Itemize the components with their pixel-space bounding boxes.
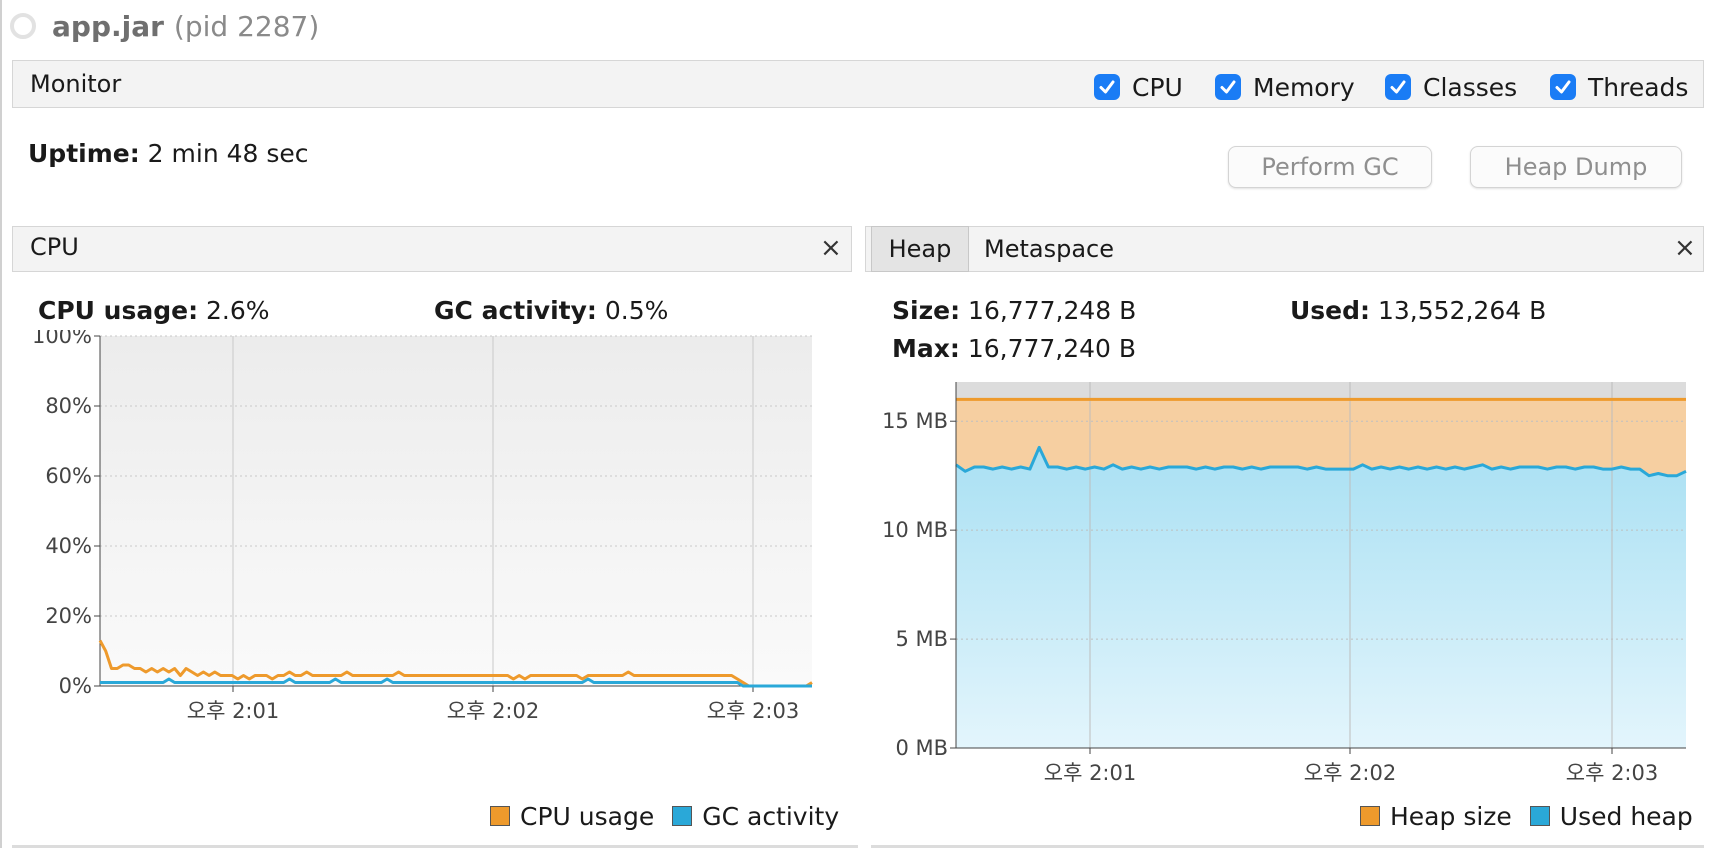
heap-max-value: 16,777,240 B — [967, 334, 1137, 363]
cpu-y-tick-label: 100% — [32, 330, 92, 348]
checkmark-icon — [1550, 74, 1576, 100]
checkmark-icon — [1215, 74, 1241, 100]
heap-dump-button[interactable]: Heap Dump — [1470, 146, 1682, 188]
checkbox-classes[interactable]: Classes — [1385, 71, 1517, 103]
cpu-y-tick-label: 80% — [45, 394, 92, 418]
heap-used-stat: Used: 13,552,264 B — [1290, 296, 1546, 325]
heap-max-stat: Max: 16,777,240 B — [892, 334, 1136, 363]
monitor-title: Monitor — [30, 70, 122, 98]
cpu-x-tick-label: 오후 2:01 — [187, 699, 279, 723]
gc-activity-value: 0.5% — [604, 296, 669, 325]
heap-x-tick-label: 오후 2:02 — [1304, 761, 1396, 785]
cpu-y-tick-label: 0% — [59, 674, 92, 698]
heap-max-label: Max: — [892, 334, 960, 363]
heap-y-tick-label: 10 MB — [882, 518, 948, 542]
heap-used-label: Used: — [1290, 296, 1371, 325]
heap-x-tick-label: 오후 2:01 — [1044, 761, 1136, 785]
heap-x-tick-label: 오후 2:03 — [1566, 761, 1658, 785]
gc-activity-label: GC activity: — [434, 296, 597, 325]
memory-panel-close-icon[interactable]: × — [1674, 233, 1696, 263]
heap-size-stat: Size: 16,777,248 B — [892, 296, 1136, 325]
legend-gc-activity: GC activity — [702, 801, 840, 831]
heap-y-tick-label: 5 MB — [895, 627, 948, 651]
heap-size-label: Size: — [892, 296, 961, 325]
checkbox-threads[interactable]: Threads — [1550, 71, 1688, 103]
tab-metaspace[interactable]: Metaspace — [984, 226, 1114, 272]
cpu-panel-header — [12, 226, 852, 272]
checkbox-memory[interactable]: Memory — [1215, 71, 1355, 103]
heap-y-tick-label: 0 MB — [895, 736, 948, 760]
perform-gc-button[interactable]: Perform GC — [1228, 146, 1432, 188]
heap-used-value: 13,552,264 B — [1377, 296, 1547, 325]
legend-cpu-usage: CPU usage — [520, 801, 655, 831]
tab-heap[interactable]: Heap — [871, 226, 969, 272]
used-heap-swatch — [1529, 806, 1550, 826]
cpu-usage-stat: CPU usage: 2.6% — [38, 296, 270, 325]
uptime-label: Uptime: — [28, 139, 140, 168]
cpu-usage-swatch — [490, 806, 510, 826]
process-id: (pid 2287) — [173, 9, 320, 43]
cpu-x-tick-label: 오후 2:02 — [447, 699, 539, 723]
heap-y-tick-label: 15 MB — [882, 409, 948, 433]
cpu-chart: 0% 20% 40% 60% 80% 100% 오후 2:01 오후 2:02 오후 2:03 — [32, 330, 813, 723]
checkbox-classes-label: Classes — [1423, 72, 1518, 102]
checkmark-icon — [1385, 74, 1411, 100]
cpu-usage-value: 2.6% — [206, 296, 270, 325]
heap-size-value: 16,777,248 B — [968, 296, 1137, 325]
cpu-chart-legend: CPU usage GC activity — [490, 800, 839, 832]
cpu-panel-title: CPU — [30, 233, 79, 261]
used-heap-area — [956, 447, 1686, 748]
checkbox-memory-label: Memory — [1253, 72, 1355, 102]
cpu-x-tick-label: 오후 2:03 — [707, 699, 799, 723]
checkbox-threads-label: Threads — [1588, 72, 1689, 102]
cpu-usage-label: CPU usage: — [38, 296, 199, 325]
heap-chart-legend: Heap size Used heap — [1360, 800, 1693, 832]
app-status-icon — [10, 13, 36, 39]
heap-chart: 0 MB 5 MB 10 MB 15 MB 오후 2:01 오후 2:02 오후 2:03 — [882, 382, 1687, 785]
legend-heap-size: Heap size — [1390, 801, 1512, 831]
legend-used-heap: Used heap — [1559, 801, 1693, 831]
cpu-panel-close-icon[interactable]: × — [820, 233, 842, 263]
window-title-bar: app.jar (pid 2287) — [10, 6, 319, 46]
app-name: app.jar — [52, 9, 164, 43]
uptime-value: 2 min 48 sec — [147, 139, 309, 168]
heap-size-swatch — [1360, 806, 1380, 826]
cpu-y-tick-label: 60% — [45, 464, 92, 488]
gc-activity-stat: GC activity: 0.5% — [434, 296, 668, 325]
cpu-y-tick-label: 40% — [45, 534, 92, 558]
checkmark-icon — [1094, 74, 1120, 100]
uptime-display: Uptime: 2 min 48 sec — [28, 139, 309, 168]
gc-activity-swatch — [672, 806, 693, 826]
checkbox-cpu-label: CPU — [1132, 72, 1183, 102]
checkbox-cpu[interactable]: CPU — [1094, 71, 1183, 103]
cpu-y-tick-label: 20% — [45, 604, 92, 628]
cpu-plot-area — [100, 336, 812, 686]
